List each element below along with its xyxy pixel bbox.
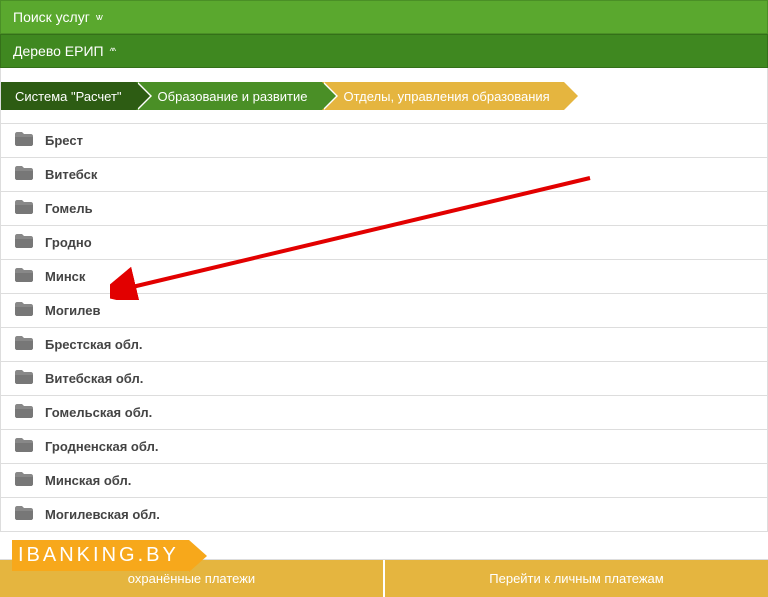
list-item[interactable]: Могилевская обл. xyxy=(1,498,767,532)
list-item-label: Витебск xyxy=(45,167,97,182)
watermark: IBANKING.BY xyxy=(12,540,189,571)
list-item-label: Гродненская обл. xyxy=(45,439,158,454)
list-item-label: Гомельская обл. xyxy=(45,405,152,420)
folder-icon xyxy=(15,404,33,421)
personal-payments-button[interactable]: Перейти к личным платежам xyxy=(385,560,768,597)
breadcrumb-item-2[interactable]: Отделы, управления образования xyxy=(322,82,564,110)
personal-payments-label: Перейти к личным платежам xyxy=(489,571,663,586)
search-services-label: Поиск услуг xyxy=(13,9,90,25)
breadcrumb-label: Отделы, управления образования xyxy=(344,89,550,104)
folder-icon xyxy=(15,438,33,455)
list-item[interactable]: Гродненская обл. xyxy=(1,430,767,464)
folder-icon xyxy=(15,234,33,251)
list-item[interactable]: Брест xyxy=(1,124,767,158)
breadcrumb-item-1[interactable]: Образование и развитие xyxy=(136,82,322,110)
list-item-label: Гомель xyxy=(45,201,93,216)
folder-icon xyxy=(15,370,33,387)
breadcrumb-label: Образование и развитие xyxy=(158,89,308,104)
list-item-label: Могилевская обл. xyxy=(45,507,160,522)
folder-icon xyxy=(15,506,33,523)
search-services-bar[interactable]: Поиск услуг vv xyxy=(0,0,768,34)
list-item[interactable]: Гомельская обл. xyxy=(1,396,767,430)
list-item[interactable]: Минск xyxy=(1,260,767,294)
list-item[interactable]: Гродно xyxy=(1,226,767,260)
folder-icon xyxy=(15,302,33,319)
breadcrumb-label: Система "Расчет" xyxy=(15,89,122,104)
folder-icon xyxy=(15,268,33,285)
list-item[interactable]: Витебская обл. xyxy=(1,362,767,396)
breadcrumb-item-0[interactable]: Система "Расчет" xyxy=(1,82,136,110)
list-item[interactable]: Витебск xyxy=(1,158,767,192)
folder-icon xyxy=(15,472,33,489)
list-item[interactable]: Минская обл. xyxy=(1,464,767,498)
region-list: Брест Витебск Гомель Гродно Минск Могилев Брес… xyxy=(0,124,768,532)
chevron-up-icon: ^^ xyxy=(110,46,114,56)
list-item-label: Брестская обл. xyxy=(45,337,142,352)
erip-tree-label: Дерево ЕРИП xyxy=(13,43,104,59)
chevron-down-icon: vv xyxy=(96,12,101,22)
list-item-label: Витебская обл. xyxy=(45,371,143,386)
list-item-label: Минская обл. xyxy=(45,473,131,488)
list-item-label: Могилев xyxy=(45,303,101,318)
list-item[interactable]: Гомель xyxy=(1,192,767,226)
folder-icon xyxy=(15,200,33,217)
watermark-text: IBANKING.BY xyxy=(12,540,189,571)
list-item-label: Гродно xyxy=(45,235,92,250)
erip-tree-bar[interactable]: Дерево ЕРИП ^^ xyxy=(0,34,768,68)
list-item-label: Минск xyxy=(45,269,85,284)
list-item[interactable]: Могилев xyxy=(1,294,767,328)
list-item[interactable]: Брестская обл. xyxy=(1,328,767,362)
folder-icon xyxy=(15,336,33,353)
folder-icon xyxy=(15,132,33,149)
list-item-label: Брест xyxy=(45,133,83,148)
folder-icon xyxy=(15,166,33,183)
saved-payments-label: охранённые платежи xyxy=(128,571,255,586)
breadcrumb: Система "Расчет" Образование и развитие От… xyxy=(0,68,768,124)
